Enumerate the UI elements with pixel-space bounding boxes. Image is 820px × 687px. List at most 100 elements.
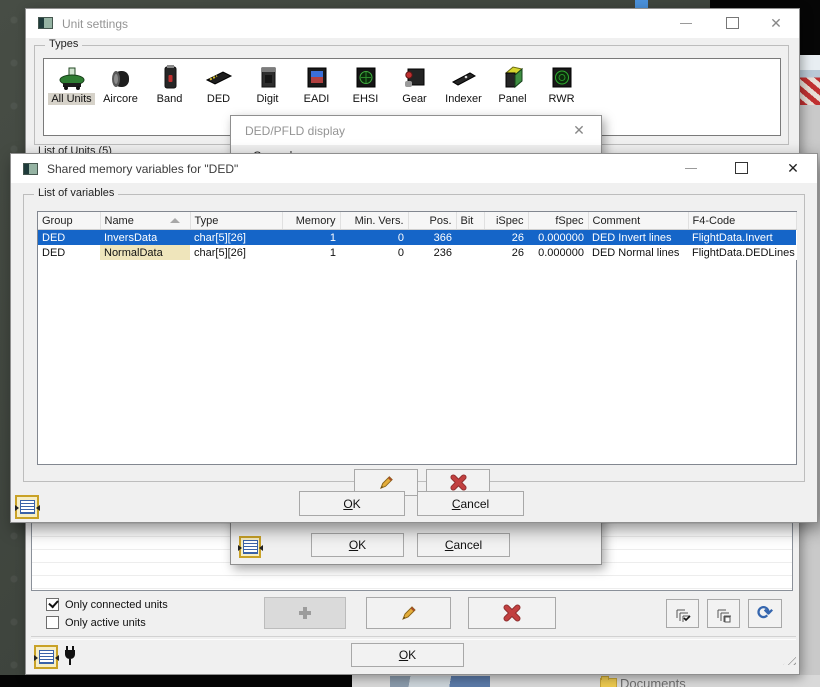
type-item-aircore[interactable]: Aircore <box>96 63 145 105</box>
cell-type: char[5][26] <box>190 229 282 245</box>
background-pencil-photo <box>390 676 490 687</box>
cell-f4-code: FlightData.Invert <box>688 229 796 245</box>
window-layout-icon[interactable] <box>14 495 40 519</box>
shared-cancel-button[interactable]: Cancel <box>417 491 524 516</box>
select-all-button[interactable] <box>707 599 740 628</box>
all-units-icon <box>59 67 84 90</box>
ok-label: OK <box>348 538 367 552</box>
panel-icon <box>504 66 523 89</box>
type-item-digit[interactable]: Digit <box>243 63 292 105</box>
cell-fspec: 0.000000 <box>528 229 588 245</box>
minimize-button[interactable] <box>679 158 703 178</box>
col-header-ispec[interactable]: iSpec <box>484 212 529 230</box>
resize-grip[interactable] <box>783 654 796 665</box>
aircore-icon <box>111 71 129 87</box>
indexer-icon <box>451 72 476 86</box>
delete-x-icon <box>449 474 467 491</box>
cell-memory: 1 <box>282 229 340 245</box>
variables-table: Group Name Type Memory Min. Vers. Pos. B… <box>38 212 797 260</box>
ded-pfld-titlebar[interactable]: DED/PFLD display ✕ <box>231 116 601 145</box>
type-item-label: RWR <box>548 93 575 105</box>
cell-fspec: 0.000000 <box>538 246 584 259</box>
ded-pfld-cancel-button[interactable]: Cancel <box>417 533 510 557</box>
shared-memory-titlebar[interactable]: Shared memory variables for "DED" ✕ <box>11 154 817 183</box>
documents-folder-icon <box>600 676 617 687</box>
select-connected-button[interactable] <box>666 599 699 628</box>
cell-comment: DED Invert lines <box>588 229 688 245</box>
variables-table-container: Group Name Type Memory Min. Vers. Pos. B… <box>37 211 797 465</box>
eadi-icon <box>307 67 326 88</box>
type-item-gear[interactable]: Gear <box>390 63 439 105</box>
filter-label: Only connected units <box>65 598 168 611</box>
close-button[interactable]: ✕ <box>781 158 805 178</box>
refresh-icon: ⟳ <box>757 603 773 624</box>
type-item-eadi[interactable]: EADI <box>292 63 341 105</box>
plug-icon <box>65 646 75 665</box>
filter-only-active[interactable]: Only active units <box>46 616 146 629</box>
col-header-pos[interactable]: Pos. <box>408 212 457 230</box>
col-header-f4-code[interactable]: F4-Code <box>688 212 797 230</box>
documents-label: Documents <box>620 676 686 687</box>
close-button[interactable]: ✕ <box>567 120 591 140</box>
cancel-label: Cancel <box>451 496 490 511</box>
col-header-name[interactable]: Name <box>100 212 191 230</box>
select-all-icon <box>717 609 731 622</box>
col-header-bit[interactable]: Bit <box>456 212 485 230</box>
col-header-fspec[interactable]: fSpec <box>528 212 589 230</box>
list-of-variables-groupbox: List of variables Group Name Type Memory <box>23 187 805 496</box>
filter-only-connected[interactable]: Only connected units <box>46 598 168 611</box>
unit-settings-ok-button[interactable]: OK <box>351 643 464 667</box>
cell-ispec: 26 <box>484 229 528 245</box>
type-item-panel[interactable]: Panel <box>488 63 537 105</box>
checkbox-icon[interactable] <box>46 616 59 629</box>
type-item-band[interactable]: Band <box>145 63 194 105</box>
type-item-label: Aircore <box>103 93 138 105</box>
type-item-ehsi[interactable]: EHSI <box>341 63 390 105</box>
ded-icon <box>205 71 232 85</box>
sort-ascending-icon <box>169 218 180 223</box>
type-item-label: All Units <box>48 93 95 105</box>
cell-ispec: 26 <box>511 246 524 259</box>
type-item-label: Panel <box>498 93 527 105</box>
add-unit-button[interactable] <box>264 597 346 629</box>
background-video-black <box>0 675 352 687</box>
type-item-rwr[interactable]: RWR <box>537 63 586 105</box>
background-photo-fragment <box>800 55 820 105</box>
cell-bit <box>456 245 484 260</box>
col-header-type[interactable]: Type <box>190 212 283 230</box>
table-header-row: Group Name Type Memory Min. Vers. Pos. B… <box>38 212 797 230</box>
band-icon <box>164 65 176 89</box>
window-layout-icon[interactable] <box>33 645 59 669</box>
edit-pencil-icon <box>379 476 393 490</box>
type-item-all-units[interactable]: All Units <box>47 63 96 105</box>
ded-pfld-ok-button[interactable]: OK <box>311 533 404 557</box>
col-header-comment[interactable]: Comment <box>588 212 689 230</box>
digit-icon <box>261 67 275 88</box>
maximize-button[interactable] <box>729 158 753 178</box>
types-group-label: Types <box>45 38 83 50</box>
type-item-label: Band <box>156 93 183 105</box>
col-header-group[interactable]: Group <box>38 212 101 230</box>
col-header-min-vers[interactable]: Min. Vers. <box>340 212 409 230</box>
col-header-memory[interactable]: Memory <box>282 212 341 230</box>
window-layout-icon[interactable] <box>237 536 263 558</box>
edit-pencil-icon <box>401 606 416 620</box>
delete-unit-button[interactable] <box>468 597 556 629</box>
minimize-button[interactable] <box>674 13 698 33</box>
table-row-inversdata[interactable]: DED InversData char[5][26] 1 0 366 26 0.… <box>38 229 796 245</box>
shared-memory-title: Shared memory variables for "DED" <box>47 162 239 176</box>
divider <box>31 636 796 640</box>
type-item-ded[interactable]: DED <box>194 63 243 105</box>
background-black-right <box>800 0 820 55</box>
maximize-button[interactable] <box>720 13 744 33</box>
unit-settings-titlebar[interactable]: Unit settings ✕ <box>26 9 799 38</box>
refresh-button[interactable]: ⟳ <box>748 599 782 628</box>
close-button[interactable]: ✕ <box>764 13 788 33</box>
type-item-indexer[interactable]: Indexer <box>439 63 488 105</box>
shared-ok-button[interactable]: OK <box>299 491 405 516</box>
table-row-normaldata[interactable]: DED NormalData char[5][26] 1 0 236 26 0.… <box>38 245 796 260</box>
ok-label: OK <box>343 496 361 511</box>
edit-unit-button[interactable] <box>366 597 451 629</box>
checkbox-icon[interactable] <box>46 598 59 611</box>
shared-memory-dialog: Shared memory variables for "DED" ✕ List… <box>10 153 818 523</box>
